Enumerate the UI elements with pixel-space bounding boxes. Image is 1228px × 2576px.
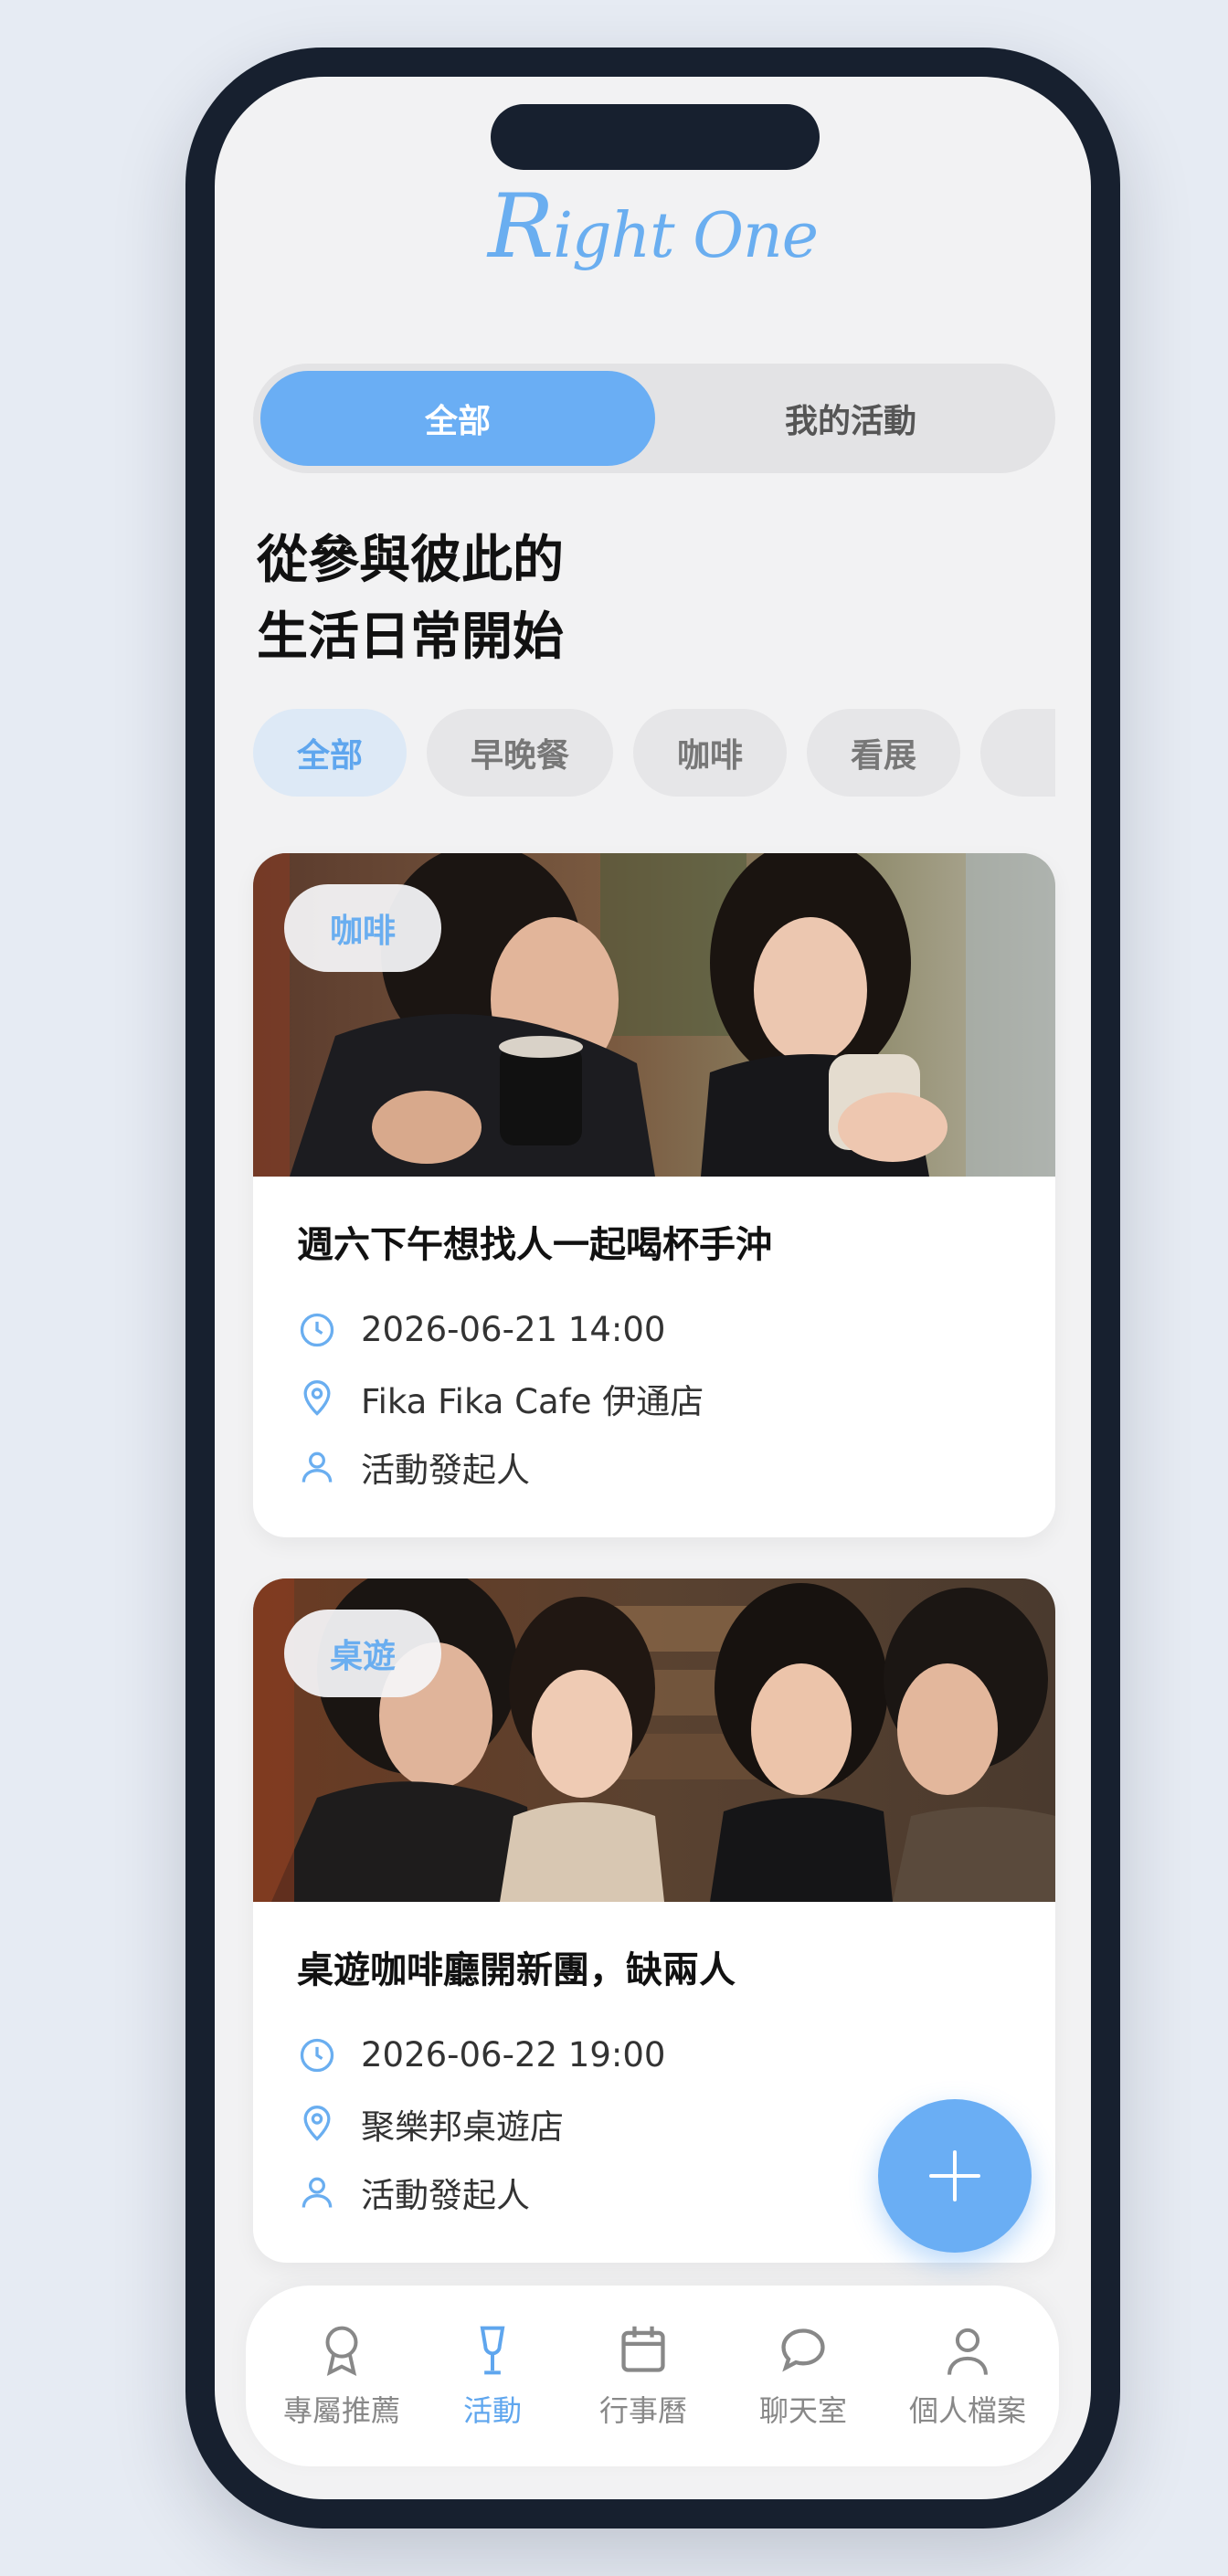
event-datetime: 2026-06-22 19:00 [361,2035,666,2075]
dynamic-island [491,104,820,170]
event-location: 聚樂邦桌遊店 [361,2106,564,2147]
event-datetime-row: 2026-06-22 19:00 [297,2021,1011,2089]
event-organizer: 活動發起人 [361,1450,530,1490]
person-icon [302,1452,333,1483]
event-category-tag: 桌遊 [284,1610,442,1697]
plus-icon [929,2150,980,2201]
headline-line-2: 生活日常開始 [257,607,564,667]
tab-label: 專屬推薦 [282,2393,400,2428]
clock-icon [300,1313,334,1346]
tab-calendar[interactable]: 行事曆 [566,2286,721,2466]
event-organizer: 活動發起人 [361,2175,530,2215]
category-chip-exhibition[interactable]: 看展 [807,709,961,797]
category-chip-coffee[interactable]: 咖啡 [633,709,788,797]
create-event-button[interactable] [878,2099,1032,2253]
phone-frame: Right One 全部 我的活動 從參與彼此的 生活日常開始 全部 早晚餐 咖啡看… [185,48,1120,2528]
activity-scope-toggle: 全部 我的活動 [253,364,1055,473]
app-screen: Right One 全部 我的活動 從參與彼此的 生活日常開始 全部 早晚餐 咖啡看… [215,77,1091,2499]
location-pin-icon [303,2105,331,2141]
event-datetime: 2026-06-21 14:00 [361,1310,666,1349]
tab-profile[interactable]: 個人檔案 [885,2286,1050,2466]
tab-activities[interactable]: 活動 [429,2286,556,2466]
event-title: 週六下午想找人一起喝杯手沖 [297,1224,772,1266]
segment-all-button[interactable]: 全部 [260,371,655,466]
category-chip-meal[interactable]: 早晚餐 [427,709,614,797]
page-headline: 從參與彼此的 生活日常開始 [257,523,564,676]
clock-icon [300,2038,334,2072]
headline-line-1: 從參與彼此的 [257,531,564,590]
app-logo: Right One [487,175,819,278]
event-location-row: Fika Fika Cafe 伊通店 [297,1364,1011,1432]
category-chip-all[interactable]: 全部 [253,709,408,797]
event-category-tag: 咖啡 [284,884,442,972]
person-icon [302,2177,333,2208]
glass-icon [480,2326,505,2375]
award-icon [325,2326,358,2377]
location-pin-icon [303,1379,331,1416]
segment-my-activities-button[interactable]: 我的活動 [653,371,1048,466]
event-location: Fika Fika Cafe 伊通店 [361,1381,704,1421]
event-card[interactable]: 咖啡 週六下午想找人一起喝杯手沖 2026-06-21 14:00 Fika F… [253,853,1055,1537]
event-title: 桌遊咖啡廳開新團，缺兩人 [297,1949,736,1991]
category-filter-bar: 全部 早晚餐 咖啡 看展 [253,709,1055,800]
event-organizer-row: 活動發起人 [297,1432,1011,1501]
chat-icon [781,2328,825,2372]
calendar-icon [621,2326,665,2372]
event-datetime-row: 2026-06-21 14:00 [297,1295,1011,1364]
tab-label: 個人檔案 [908,2393,1026,2428]
event-photo-coffee: 咖啡 [253,853,1055,1177]
tab-chat[interactable]: 聊天室 [725,2286,881,2466]
tab-label: 聊天室 [758,2393,847,2428]
category-chip-more[interactable] [980,709,1055,797]
bottom-tab-bar: 專屬推薦 活動 行事曆 聊天室 個人檔案 [246,2286,1059,2466]
event-photo-boardgame: 桌遊 [253,1578,1055,1902]
tab-recommendations[interactable]: 專屬推薦 [264,2286,419,2466]
tab-label: 行事曆 [598,2393,687,2428]
user-icon [947,2328,988,2375]
tab-label: 活動 [462,2393,522,2428]
